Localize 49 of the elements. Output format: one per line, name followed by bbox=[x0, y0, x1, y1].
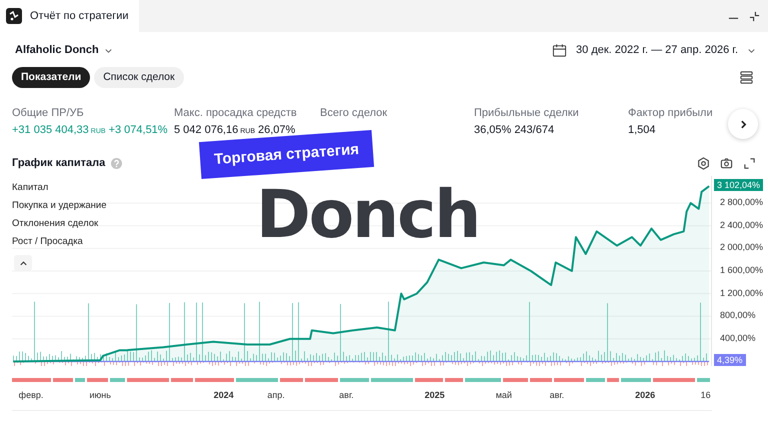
metric-label: Всего сделок bbox=[320, 107, 388, 119]
y-axis-label: 400,00% bbox=[720, 332, 756, 343]
calendar-icon bbox=[552, 42, 568, 58]
collapse-button[interactable] bbox=[14, 255, 32, 271]
x-axis-label: 2026 bbox=[634, 390, 656, 400]
price-badge: 4,39% bbox=[714, 354, 746, 366]
x-axis-label: 2024 bbox=[212, 390, 235, 400]
legend-item[interactable]: Капитал bbox=[12, 182, 107, 193]
tab[interactable]: Список сделок bbox=[94, 66, 184, 88]
settings-icon[interactable] bbox=[697, 156, 710, 170]
headline-text: Donch bbox=[256, 176, 480, 253]
metric-label: Прибыльные сделки bbox=[474, 107, 580, 119]
strategy-selector[interactable]: Alfaholic Donch bbox=[12, 44, 113, 56]
restore-icon[interactable] bbox=[749, 10, 760, 22]
legend-item[interactable]: Рост / Просадка bbox=[12, 236, 107, 247]
x-axis-label: февр. bbox=[18, 390, 44, 400]
tab[interactable]: Показатели bbox=[12, 66, 90, 88]
metric-label: Макс. просадка средств bbox=[174, 107, 298, 119]
y-axis-label: 800,00% bbox=[720, 310, 756, 320]
metric-value: +31 035 404,33 bbox=[12, 124, 89, 136]
camera-icon[interactable] bbox=[720, 156, 733, 170]
price-badge: 3 102,04% bbox=[714, 179, 764, 192]
x-axis-label: авг. bbox=[548, 390, 566, 400]
x-axis-label: 2025 bbox=[424, 390, 446, 400]
metric-value: 36,05% bbox=[474, 124, 512, 136]
app-icon bbox=[6, 8, 22, 24]
x-axis-label: апр. bbox=[266, 390, 286, 400]
y-axis-label: 1 200,00% bbox=[720, 288, 764, 298]
layout-menu-icon[interactable] bbox=[739, 70, 754, 84]
y-axis-label: 1 600,00% bbox=[720, 265, 764, 275]
legend-item[interactable]: Покупка и удержание bbox=[12, 200, 107, 211]
y-axis-label: 2 000,00% bbox=[720, 242, 764, 252]
y-axis-label: 2 800,00% bbox=[720, 197, 764, 208]
legend-item[interactable]: Отклонения сделок bbox=[12, 218, 107, 229]
chevron-up-icon bbox=[18, 258, 28, 268]
x-axis-label: авг. bbox=[338, 390, 355, 400]
y-axis-label: 2 400,00% bbox=[720, 220, 764, 230]
metric-label: Общие ПР/УБ bbox=[12, 107, 85, 119]
window-title: Отчёт по стратегии bbox=[30, 10, 129, 22]
metric-value: +3 074,51% bbox=[108, 124, 168, 136]
metric-value: 1,504 bbox=[628, 124, 656, 136]
x-axis-label: июнь bbox=[88, 390, 112, 400]
fullscreen-icon[interactable] bbox=[743, 156, 756, 170]
x-axis-label: май bbox=[494, 390, 513, 400]
metric-value: 243/674 bbox=[514, 124, 554, 136]
chart-title: График капитала bbox=[12, 157, 106, 169]
metric-label: Фактор прибыли bbox=[628, 107, 714, 119]
date-range-picker[interactable]: 30 дек. 2022 г. — 27 апр. 2026 г. bbox=[552, 42, 756, 58]
x-axis-label: 16 bbox=[700, 390, 712, 400]
